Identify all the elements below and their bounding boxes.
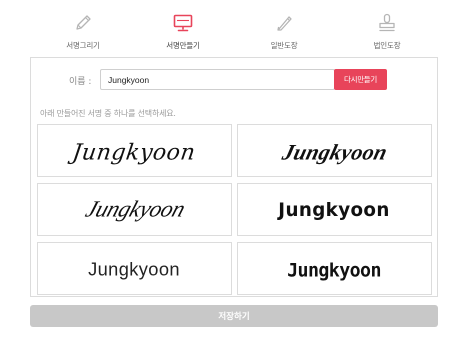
signature-text: Jungkyoon [82, 197, 188, 222]
regenerate-button[interactable]: 다시만들기 [334, 69, 387, 90]
signature-option[interactable]: Jungkyoon [237, 124, 432, 177]
pencil-icon [76, 15, 91, 30]
signature-option[interactable]: Jungkyoon [37, 124, 232, 177]
monitor-icon [173, 14, 193, 32]
signature-option[interactable]: Jungkyoon [237, 183, 432, 236]
tab-label: 일반도장 [270, 41, 298, 50]
signature-text: Jungkyoon [88, 259, 180, 280]
tab-general-stamp[interactable]: 일반도장 [234, 8, 334, 52]
signature-option[interactable]: Jungkyoon [237, 242, 432, 295]
tab-corporate-stamp[interactable]: 법인도장 [337, 8, 437, 52]
tab-label: 법인도장 [373, 41, 401, 50]
signature-preview-plain: Jungkyoon [88, 259, 180, 280]
name-label: 이름 : [69, 77, 92, 87]
pen-icon [277, 16, 292, 31]
signature-text: Jungkyoon [67, 140, 197, 166]
create-signature-panel: 이름 : 다시만들기 아래 만들어진 서명 중 하나를 선택하세요. Jungk… [30, 57, 438, 297]
signature-text: Jungkyoon [276, 200, 390, 221]
tab-label: 서명그리기 [66, 41, 100, 50]
tab-label: 서명만들기 [166, 41, 200, 50]
signature-preview-bouncy: Jungkyoon [287, 261, 381, 282]
signature-preview-brush: Jungkyoon [279, 140, 390, 165]
save-button[interactable]: 저장하기 [30, 305, 438, 327]
name-input[interactable] [100, 69, 335, 90]
tab-create-signature[interactable]: 서명만들기 [133, 8, 233, 52]
signature-preview-script: Jungkyoon [67, 140, 197, 166]
instruction-text: 아래 만들어진 서명 중 하나를 선택하세요. [40, 109, 176, 118]
tab-draw-signature[interactable]: 서명그리기 [33, 8, 133, 52]
stamp-icon [379, 13, 395, 32]
signature-mode-tabs: 서명그리기 서명만들기 일반도장 법인도장 [0, 0, 474, 54]
signature-preview-elegant: Jungkyoon [82, 197, 188, 222]
signature-text: Jungkyoon [279, 140, 390, 165]
signature-preview-marker: Jungkyoon [276, 200, 390, 221]
signature-option[interactable]: Jungkyoon [37, 183, 232, 236]
signature-option[interactable]: Jungkyoon [37, 242, 232, 295]
signature-text: Jungkyoon [287, 261, 381, 282]
